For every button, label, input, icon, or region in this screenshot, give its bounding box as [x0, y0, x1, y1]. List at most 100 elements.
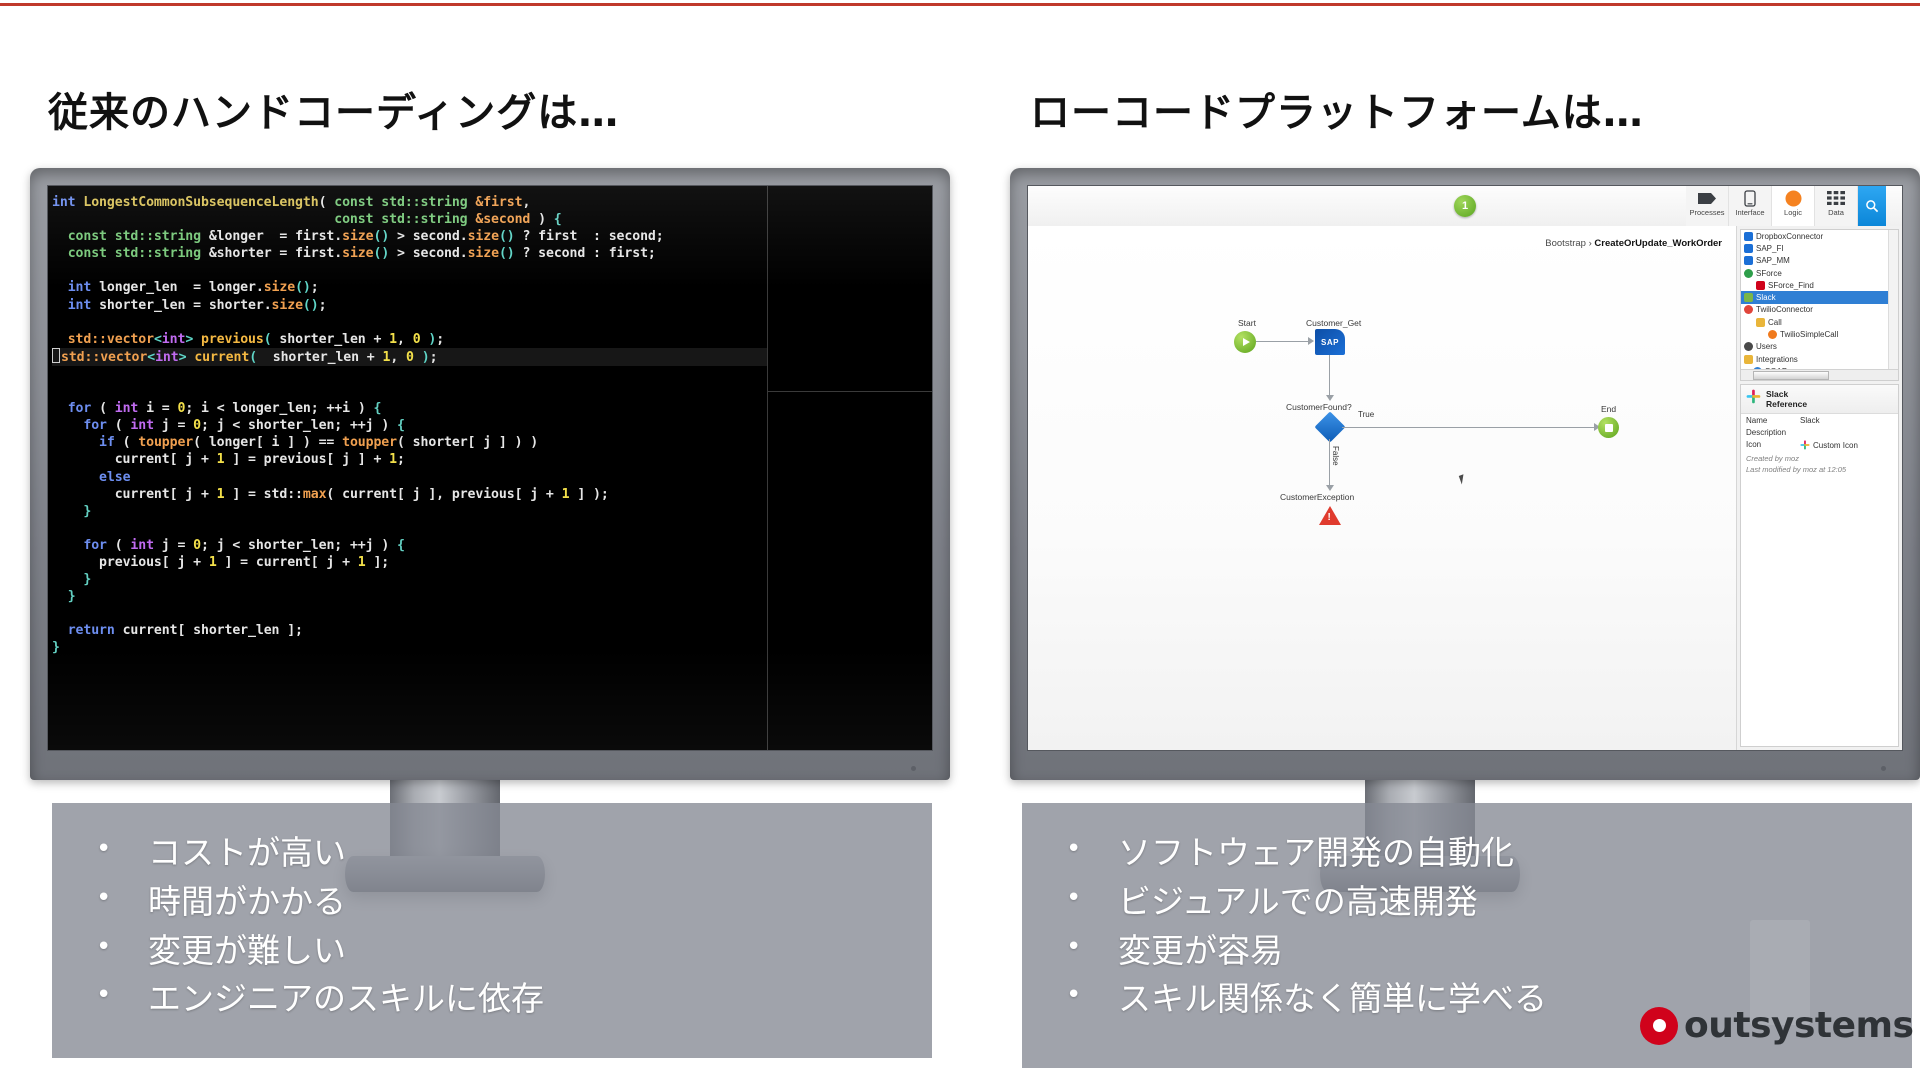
property-value: Custom Icon [1813, 441, 1858, 450]
mouse-cursor-icon [1458, 472, 1472, 485]
connector-label-false: False [1331, 446, 1340, 466]
tree-item-label: TwilioSimpleCall [1780, 330, 1839, 340]
slide-canvas: 従来のハンドコーディングは… ローコードプラットフォームは… int Longe… [0, 0, 1920, 1080]
property-value[interactable]: Slack [1800, 416, 1893, 425]
node-label-end: End [1601, 404, 1617, 414]
if-node[interactable] [1314, 411, 1346, 443]
tab-logic-label: Logic [1784, 208, 1802, 217]
outsystems-logo: outsystems [1640, 1005, 1914, 1046]
tree-item-sap-fi[interactable]: SAP_FI [1741, 242, 1889, 254]
list-item: • ソフトウェア開発の自動化 [1066, 829, 1882, 878]
connector-start-to-customerget [1256, 341, 1310, 343]
end-node[interactable] [1598, 417, 1619, 438]
arrowhead-icon [1325, 395, 1334, 401]
bullet-text: スキル関係なく簡単に学べる [1118, 979, 1547, 1019]
search-icon[interactable] [1858, 186, 1886, 226]
tree-item-slack[interactable]: Slack [1741, 291, 1889, 304]
tab-processes[interactable]: Processes [1686, 186, 1729, 226]
start-node[interactable] [1234, 331, 1256, 353]
flow-canvas[interactable]: Bootstrap › CreateOrUpdate_WorkOrder Sta… [1028, 226, 1737, 750]
sap-icon-label: SAP [1321, 337, 1339, 347]
bullet-text: エンジニアのスキルに依存 [148, 979, 544, 1019]
tab-data[interactable]: Data [1815, 186, 1858, 226]
property-row-description[interactable]: Description [1741, 426, 1898, 438]
tree-horizontal-scrollbar[interactable] [1741, 369, 1898, 380]
connector-icon [1744, 268, 1753, 278]
code-editor-side-panel[interactable] [767, 186, 932, 750]
tree-item-label: SForce_Find [1768, 280, 1814, 290]
bullet-text: コストが高い [148, 833, 346, 872]
tree-item-label: SAP_MM [1756, 256, 1790, 266]
ide-tab-strip[interactable]: Processes Interface Logic Data [1686, 186, 1886, 226]
tree-item-twiliosimplecall[interactable]: TwilioSimpleCall [1741, 328, 1889, 340]
tree-vertical-scrollbar[interactable] [1888, 230, 1898, 380]
action-icon [1768, 330, 1777, 340]
bullet-marker: • [1066, 931, 1082, 962]
property-row-icon[interactable]: Icon Custom Icon [1741, 438, 1898, 453]
element-tree-list[interactable]: DropboxConnector SAP_FI SAP_MM SForce SF… [1741, 230, 1889, 370]
tab-interface-label: Interface [1735, 208, 1765, 217]
bullet-marker: • [96, 882, 112, 913]
tree-item-users[interactable]: Users [1741, 341, 1889, 353]
right-monitor-bezel: 1 Processes Interface Logic Data Bootstr… [1010, 168, 1920, 780]
left-section-title: 従来のハンドコーディングは… [48, 90, 620, 136]
node-label-customer-found: CustomerFound? [1286, 402, 1352, 412]
properties-last-modified: Last modified by moz at 12:05 [1746, 465, 1847, 474]
top-accent-bar [0, 0, 1920, 6]
connector-icon [1744, 256, 1753, 266]
tab-logic[interactable]: Logic [1772, 186, 1815, 226]
properties-header: Slack Reference [1741, 385, 1898, 414]
slack-icon [1744, 293, 1753, 303]
property-key: Name [1746, 415, 1768, 425]
properties-created-by: Created by moz [1746, 454, 1799, 463]
bullet-marker: • [96, 931, 112, 962]
connector-true-to-end [1342, 427, 1598, 429]
breadcrumb[interactable]: Bootstrap › CreateOrUpdate_WorkOrder [1540, 236, 1727, 251]
left-bullet-panel: • コストが高い • 時間がかかる • 変更が難しい • エンジニアのスキルに依… [52, 803, 932, 1058]
breadcrumb-parent[interactable]: Bootstrap [1545, 238, 1586, 249]
connector-label-true: True [1358, 410, 1375, 419]
tree-item-sforce-find[interactable]: SForce_Find [1741, 279, 1889, 291]
tree-item-dropboxconnector[interactable]: DropboxConnector [1741, 230, 1889, 242]
tree-item-twilioconnector[interactable]: TwilioConnector [1741, 304, 1889, 316]
tree-item-sap-mm[interactable]: SAP_MM [1741, 255, 1889, 267]
arrowhead-icon [1308, 337, 1314, 345]
tree-item-label: SForce [1756, 268, 1782, 278]
property-row-name[interactable]: Name Slack [1741, 414, 1898, 426]
sap-action-node[interactable]: SAP [1315, 329, 1345, 355]
processes-icon [1697, 189, 1717, 207]
code-editor[interactable]: int LongestCommonSubsequenceLength( cons… [48, 186, 932, 750]
users-icon [1744, 342, 1753, 352]
tree-item-sforce[interactable]: SForce [1741, 267, 1889, 279]
exception-node[interactable] [1319, 506, 1341, 525]
connector-icon [1744, 231, 1753, 241]
scrollbar-thumb[interactable] [1753, 371, 1829, 380]
service-studio-window[interactable]: 1 Processes Interface Logic Data Bootstr… [1028, 186, 1902, 750]
power-led-icon [1881, 766, 1886, 771]
bullet-text: ビジュアルでの高速開発 [1118, 881, 1478, 921]
tree-item-call[interactable]: Call [1741, 316, 1889, 328]
left-monitor-screen: int LongestCommonSubsequenceLength( cons… [48, 186, 932, 750]
slack-icon [1746, 389, 1761, 409]
tree-item-label: Slack [1756, 293, 1776, 303]
action-icon [1756, 280, 1765, 290]
right-section-title: ローコードプラットフォームは… [1030, 90, 1644, 136]
bullet-marker: • [1066, 834, 1082, 864]
connector-customerget-to-if [1329, 355, 1331, 397]
property-value[interactable] [1800, 428, 1893, 437]
outsystems-mark-icon [1640, 1006, 1678, 1045]
tree-item-integrations[interactable]: Integrations [1741, 353, 1889, 365]
bullet-text: 変更が容易 [1118, 930, 1283, 970]
step-badge: 1 [1454, 195, 1476, 217]
tab-interface[interactable]: Interface [1729, 186, 1772, 226]
properties-panel[interactable]: Slack Reference Name Slack Description I… [1740, 384, 1899, 747]
element-tree[interactable]: DropboxConnector SAP_FI SAP_MM SForce SF… [1740, 229, 1899, 381]
tree-item-label: DropboxConnector [1756, 231, 1824, 241]
list-item: • 変更が難しい [96, 927, 902, 976]
logic-icon [1785, 189, 1802, 207]
bullet-marker: • [96, 834, 112, 864]
tree-item-label: Integrations [1756, 354, 1798, 364]
list-item: • エンジニアのスキルに依存 [96, 975, 902, 1024]
property-key: Icon [1746, 439, 1762, 449]
tree-item-label: Users [1756, 342, 1777, 352]
